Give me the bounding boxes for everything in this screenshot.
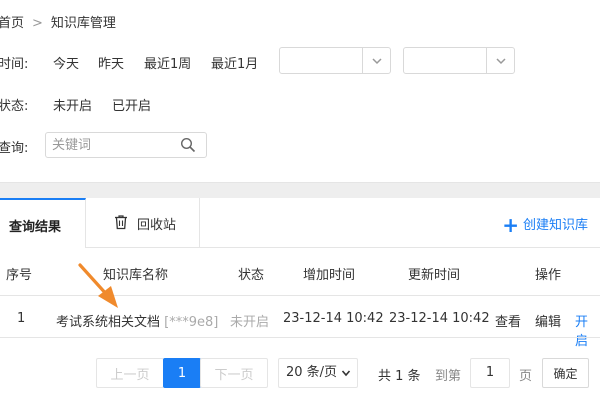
tab-query-results-label: 查询结果 bbox=[9, 220, 62, 235]
page-1-button[interactable]: 1 bbox=[163, 358, 201, 388]
search-icon[interactable] bbox=[180, 137, 196, 153]
goto-page-input[interactable]: 1 bbox=[470, 358, 510, 388]
chevron-down-icon bbox=[496, 58, 506, 65]
section-divider bbox=[0, 182, 600, 198]
row-name-masked: [***9e8] bbox=[164, 315, 219, 330]
time-option-today[interactable]: 今天 bbox=[53, 53, 79, 72]
search-box bbox=[45, 132, 207, 158]
column-header-index: 序号 bbox=[6, 268, 33, 283]
view-link[interactable]: 查看 bbox=[495, 311, 521, 330]
column-header-actions: 操作 bbox=[535, 268, 562, 283]
total-count: 共 1 条 bbox=[378, 369, 421, 384]
time-option-last-week[interactable]: 最近1周 bbox=[144, 53, 191, 72]
goto-label: 到第 bbox=[435, 369, 462, 384]
trash-icon bbox=[115, 215, 127, 230]
prev-page-button[interactable]: 上一页 bbox=[96, 358, 164, 388]
status-filter-label: 状态: bbox=[0, 99, 29, 114]
breadcrumb-separator: > bbox=[32, 16, 43, 31]
goto-confirm-button[interactable]: 确定 bbox=[542, 358, 589, 388]
breadcrumb: 首页 > 知识库管理 bbox=[0, 12, 116, 31]
create-knowledge-base-button[interactable]: + 创建知识库 bbox=[502, 213, 588, 237]
column-header-updated: 更新时间 bbox=[408, 268, 461, 283]
column-header-status: 状态 bbox=[238, 268, 265, 283]
row-index: 1 bbox=[17, 311, 26, 326]
plus-icon: + bbox=[502, 213, 519, 237]
status-option-disabled[interactable]: 未开启 bbox=[53, 95, 92, 114]
chevron-down-icon bbox=[341, 370, 351, 377]
time-option-last-month[interactable]: 最近1月 bbox=[211, 53, 258, 72]
page-size-select[interactable]: 20 条/页 bbox=[278, 358, 358, 388]
tab-recycle-bin-label: 回收站 bbox=[137, 218, 177, 233]
chevron-down-icon bbox=[372, 58, 382, 65]
row-divider bbox=[0, 337, 600, 338]
next-page-button[interactable]: 下一页 bbox=[200, 358, 268, 388]
tab-recycle-bin[interactable]: 回收站 bbox=[86, 198, 200, 247]
enable-link[interactable]: 开启 bbox=[575, 311, 600, 349]
breadcrumb-current: 知识库管理 bbox=[50, 16, 116, 31]
time-option-yesterday[interactable]: 昨天 bbox=[98, 53, 124, 72]
row-name-text: 考试系统相关文档 bbox=[56, 315, 161, 330]
page-size-value: 20 条/页 bbox=[286, 365, 338, 380]
search-input[interactable] bbox=[46, 133, 166, 157]
status-option-enabled[interactable]: 已开启 bbox=[112, 95, 151, 114]
time-filter-label: 时间: bbox=[0, 57, 29, 72]
row-updated-time: 23-12-14 10:42 bbox=[389, 311, 490, 326]
end-date-select[interactable] bbox=[403, 47, 515, 74]
breadcrumb-home[interactable]: 首页 bbox=[0, 16, 24, 31]
query-label: 查询: bbox=[0, 141, 29, 156]
row-name: 考试系统相关文档 [***9e8] bbox=[56, 311, 218, 330]
row-added-time: 23-12-14 10:42 bbox=[283, 311, 384, 326]
tab-query-results[interactable]: 查询结果 bbox=[0, 198, 86, 248]
page-unit-label: 页 bbox=[519, 369, 533, 384]
edit-link[interactable]: 编辑 bbox=[535, 311, 561, 330]
column-header-added: 增加时间 bbox=[303, 268, 356, 283]
create-knowledge-base-label: 创建知识库 bbox=[522, 218, 588, 233]
row-status: 未开启 bbox=[230, 315, 270, 330]
arrow-annotation-icon bbox=[78, 263, 118, 308]
start-date-select[interactable] bbox=[279, 47, 391, 74]
tab-bar: 查询结果 回收站 + 创建知识库 bbox=[0, 198, 600, 248]
